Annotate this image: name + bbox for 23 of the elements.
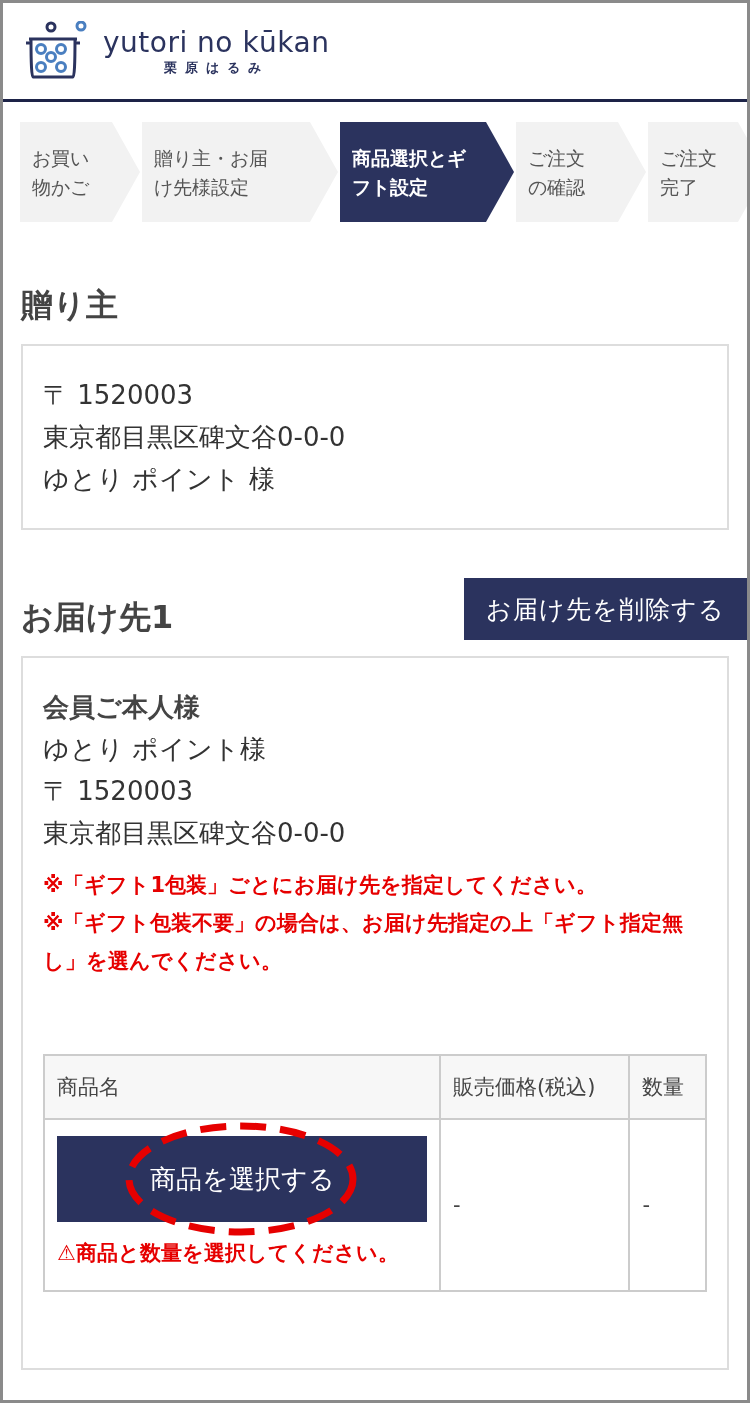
logo-subtitle: 栗原はるみ [163,58,269,77]
address-line: ゆとり ポイント 様 [43,463,276,496]
warning-text: ⚠商品と数量を選択してください。 [57,1240,400,1267]
column-header: 商品名 [44,1055,440,1119]
address-line: 東京都目黒区碑文谷0-0-0 [43,421,347,454]
notice-text: ※「ギフト1包装」ごとにお届け先を指定してください。 [43,872,599,899]
delete-destination-button[interactable]: お届け先を削除する [464,578,747,640]
select-product-button[interactable]: 商品を選択する [57,1136,427,1222]
logo-title: yutori no kūkan [103,25,330,59]
column-header: 数量 [629,1055,706,1119]
notice-text: ※「ギフト包装不要」の場合は、お届け先指定の上「ギフト指定無し」を選んでください。 [43,910,685,975]
pot-logo-icon [23,21,89,81]
quantity-cell: - [629,1119,706,1291]
address-line: 東京都目黒区碑文谷0-0-0 [43,817,347,850]
member-label: 会員ご本人様 [43,691,201,724]
address-line: 〒 1520003 [43,775,195,808]
section-heading: 贈り主 [21,285,118,326]
progress-step: お買い 物かご [20,122,140,222]
address-line: 〒 1520003 [43,379,195,412]
column-header: 販売価格(税込) [440,1055,630,1119]
section-heading: お届け先1 [21,597,174,638]
price-cell: - [440,1119,630,1291]
address-line: ゆとり ポイント様 [43,733,268,766]
